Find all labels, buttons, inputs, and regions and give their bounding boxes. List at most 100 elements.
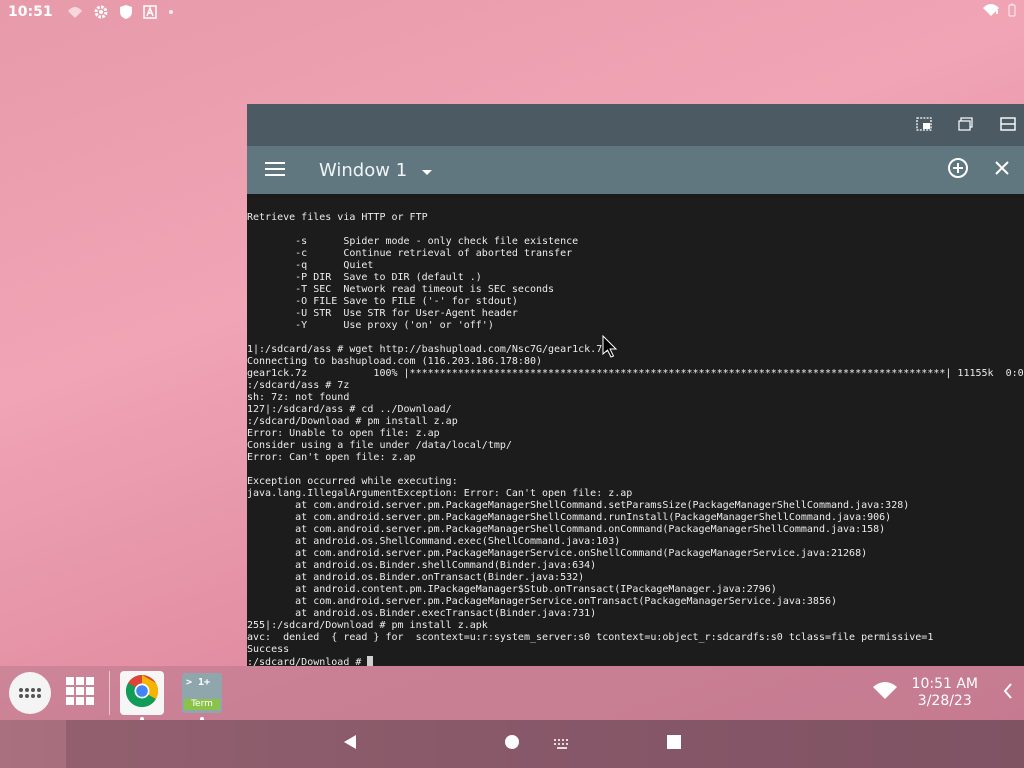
add-window-button[interactable] <box>936 146 980 194</box>
dot-icon <box>167 8 175 16</box>
terminal-line: 1|:/sdcard/ass # wget http://bashupload.… <box>247 344 609 355</box>
apps-grid-icon <box>66 677 94 709</box>
terminal-line: -s Spider mode - only check file existen… <box>247 236 579 247</box>
alert-icon <box>67 5 83 19</box>
chrome-taskbar-app[interactable] <box>120 671 164 721</box>
terminal-window[interactable]: Window 1 Retrieve files via HTTP or FTP … <box>247 104 1024 666</box>
wifi-alert-icon <box>982 3 1000 21</box>
terminal-line: 127|:/sdcard/ass # cd ../Download/ <box>247 404 452 415</box>
terminal-cursor <box>367 656 374 666</box>
terminal-line: Success <box>247 644 290 655</box>
terminal-line: at com.android.server.pm.PackageManagerS… <box>247 500 910 511</box>
close-icon <box>994 160 1010 180</box>
status-bar: 10:51 <box>0 0 1024 24</box>
terminal-prompt: :/sdcard/Download # <box>247 657 368 666</box>
taskbar-divider <box>109 671 110 715</box>
terminal-line: sh: 7z: not found <box>247 392 350 403</box>
picture-in-picture-icon <box>916 116 932 135</box>
taskbar: > 1+ Term 10:51 AM 3/28/23 <box>0 666 1024 721</box>
terminal-toolbar: Window 1 <box>247 146 1024 194</box>
terminal-line: at android.os.Binder.execTransact(Binder… <box>247 608 597 619</box>
add-window-icon <box>947 157 969 183</box>
taskbar-clock[interactable]: 10:51 AM 3/28/23 <box>912 676 978 710</box>
terminal-line: at android.os.Binder.shellCommand(Binder… <box>247 560 597 571</box>
restore-window-icon <box>958 116 974 135</box>
terminal-line: at com.android.server.pm.PackageManagerS… <box>247 596 838 607</box>
chrome-icon <box>125 674 159 712</box>
terminal-line: gear1ck.7z 100% |***********************… <box>247 368 1024 379</box>
terminal-icon-prompt: > 1+ <box>186 677 211 688</box>
terminal-line: avc: denied { read } for scontext=u:r:sy… <box>247 632 934 643</box>
terminal-line: -O FILE Save to FILE ('-' for stdout) <box>247 296 518 307</box>
fullscreen-button[interactable] <box>996 113 1020 137</box>
picture-in-picture-button[interactable] <box>912 113 936 137</box>
terminal-line: -T SEC Network read timeout is SEC secon… <box>247 284 555 295</box>
navigation-bar <box>0 720 1024 768</box>
navigation-bar-inner <box>66 720 1024 768</box>
home-button[interactable] <box>500 732 524 756</box>
terminal-line: Connecting to bashupload.com (116.203.18… <box>247 356 543 367</box>
home-icon <box>504 734 520 754</box>
keyboard-button[interactable] <box>550 732 574 756</box>
back-button[interactable] <box>338 732 362 756</box>
close-window-button[interactable] <box>980 146 1024 194</box>
terminal-line: java.lang.IllegalArgumentException: Erro… <box>247 488 633 499</box>
back-icon <box>342 734 358 754</box>
terminal-line: Exception occurred while executing: <box>247 476 458 487</box>
terminal-output[interactable]: Retrieve files via HTTP or FTP -s Spider… <box>247 198 1024 666</box>
chevron-left-icon <box>1003 683 1013 703</box>
terminal-prompt-line[interactable]: :/sdcard/Download # <box>247 656 1024 666</box>
fullscreen-icon <box>1000 116 1016 135</box>
terminal-line: Consider using a file under /data/local/… <box>247 440 512 451</box>
keyboard-icon <box>553 735 571 754</box>
battery-icon <box>1008 3 1016 21</box>
terminal-line: -U STR Use STR for User-Agent header <box>247 308 518 319</box>
dropdown-arrow-icon <box>421 161 433 180</box>
terminal-taskbar-app[interactable]: > 1+ Term <box>180 671 224 721</box>
window-dropdown-button[interactable] <box>415 158 439 182</box>
tray-expand-button[interactable] <box>998 683 1018 703</box>
window-title[interactable]: Window 1 <box>319 160 407 181</box>
terminal-line: at com.android.server.pm.PackageManagerS… <box>247 524 886 535</box>
apps-grid-button[interactable] <box>65 677 95 709</box>
terminal-line: -P DIR Save to DIR (default .) <box>247 272 482 283</box>
settings-icon <box>93 4 109 20</box>
status-time: 10:51 <box>8 4 53 20</box>
hamburger-menu-icon <box>265 161 285 180</box>
terminal-line: at android.content.pm.IPackageManager$St… <box>247 584 777 595</box>
system-tray[interactable]: 10:51 AM 3/28/23 <box>872 676 1018 710</box>
terminal-line: Retrieve files via HTTP or FTP <box>247 212 428 223</box>
terminal-icon-label: Term <box>184 699 220 710</box>
terminal-line: at android.os.ShellCommand.exec(ShellCom… <box>247 536 621 547</box>
terminal-line: -c Continue retrieval of aborted transfe… <box>247 248 573 259</box>
terminal-line: Error: Unable to open file: z.ap <box>247 428 440 439</box>
launcher-dots-icon <box>18 684 42 703</box>
terminal-line: :/sdcard/ass # 7z <box>247 380 350 391</box>
status-right <box>982 3 1016 21</box>
recents-icon <box>666 734 682 754</box>
pointer-icon <box>602 334 618 363</box>
recents-button[interactable] <box>662 732 686 756</box>
terminal-line: :/sdcard/Download # pm install z.ap <box>247 416 458 427</box>
terminal-line: 255|:/sdcard/Download # pm install z.apk <box>247 620 488 631</box>
clock-date: 3/28/23 <box>917 693 972 709</box>
hamburger-menu-button[interactable] <box>247 146 303 194</box>
terminal-line: -q Quiet <box>247 260 374 271</box>
terminal-line: at com.android.server.pm.PackageManagerS… <box>247 512 892 523</box>
clock-time: 10:51 AM <box>911 676 978 692</box>
wifi-icon <box>872 682 898 704</box>
mouse-pointer <box>602 334 618 363</box>
terminal-app-icon: > 1+ Term <box>182 673 222 713</box>
launcher-button[interactable] <box>9 672 51 714</box>
shield-icon <box>119 4 133 20</box>
status-icons <box>67 4 175 20</box>
terminal-line: at android.os.Binder.onTransact(Binder.j… <box>247 572 585 583</box>
terminal-line: at com.android.server.pm.PackageManagerS… <box>247 548 868 559</box>
window-caption-bar[interactable] <box>247 104 1024 146</box>
restore-window-button[interactable] <box>954 113 978 137</box>
terminal-line: Error: Can't open file: z.ap <box>247 452 416 463</box>
a-box-icon <box>142 5 157 19</box>
